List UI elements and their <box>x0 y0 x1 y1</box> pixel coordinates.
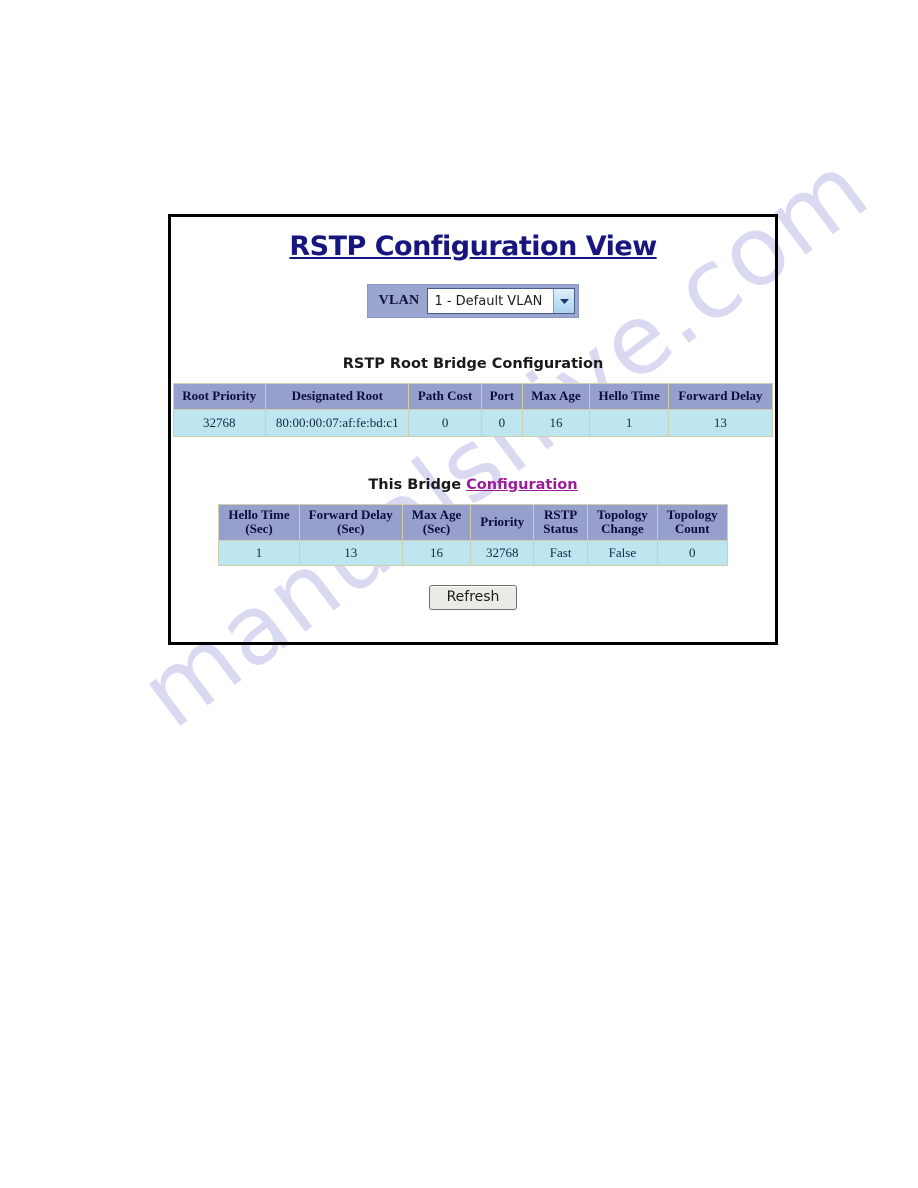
col-hello-time: Hello Time <box>588 383 670 410</box>
col-line2: (Sec) <box>245 521 273 537</box>
col-line2: (Sec) <box>336 521 365 537</box>
cell-max-age: 16 <box>401 539 472 566</box>
col-max-age: Max Age (Sec) <box>401 503 472 541</box>
table-header-row: Hello Time (Sec) Forward Delay (Sec) Max… <box>218 503 728 541</box>
cell-root-priority: 32768 <box>172 408 267 437</box>
cell-max-age: 16 <box>521 408 590 437</box>
root-bridge-table: Root Priority Designated Root Path Cost … <box>172 383 773 437</box>
col-topology-change: Topology Change <box>586 503 658 541</box>
col-forward-delay: Forward Delay <box>668 383 773 410</box>
this-bridge-heading-prefix: This Bridge <box>368 476 467 493</box>
col-line1: Priority <box>480 513 525 529</box>
col-rstp-status: RSTP Status <box>533 503 588 541</box>
this-bridge-table-wrap: Hello Time (Sec) Forward Delay (Sec) Max… <box>171 493 775 566</box>
page-title: RSTP Configuration View <box>289 231 657 262</box>
this-bridge-table: Hello Time (Sec) Forward Delay (Sec) Max… <box>218 503 728 566</box>
table-header-row: Root Priority Designated Root Path Cost … <box>172 383 773 410</box>
col-forward-delay: Forward Delay (Sec) <box>298 503 403 541</box>
vlan-selector-row: VLAN 1 - Default VLAN <box>171 284 775 318</box>
col-hello-time: Hello Time (Sec) <box>218 503 300 541</box>
root-bridge-table-wrap: Root Priority Designated Root Path Cost … <box>171 372 775 437</box>
rstp-configuration-panel: RSTP Configuration View VLAN 1 - Default… <box>168 214 778 645</box>
cell-path-cost: 0 <box>408 408 482 437</box>
col-line1: Topology <box>666 506 718 522</box>
col-line1: Forward Delay <box>308 506 393 522</box>
cell-topology-change: False <box>586 539 658 566</box>
col-line1: Max Age <box>411 506 462 522</box>
cell-priority: 32768 <box>470 539 535 566</box>
col-line1: RSTP <box>544 506 578 522</box>
col-line1: Topology <box>596 506 648 522</box>
col-line2: Change <box>601 521 644 537</box>
cell-hello-time: 1 <box>218 539 300 566</box>
vlan-label: VLAN <box>370 288 428 314</box>
cell-rstp-status: Fast <box>533 539 588 566</box>
col-line2: Count <box>674 521 710 537</box>
cell-hello-time: 1 <box>588 408 670 437</box>
col-designated-root: Designated Root <box>265 383 410 410</box>
col-root-priority: Root Priority <box>172 383 267 410</box>
actions-row: Refresh <box>171 584 775 610</box>
cell-forward-delay: 13 <box>298 539 403 566</box>
col-line1: Hello Time <box>228 506 290 522</box>
this-bridge-heading: This Bridge Configuration <box>171 477 775 493</box>
table-row: 1 13 16 32768 Fast False 0 <box>218 539 728 566</box>
cell-designated-root: 80:00:00:07:af:fe:bd:c1 <box>265 408 410 437</box>
cell-port: 0 <box>480 408 523 437</box>
col-path-cost: Path Cost <box>408 383 482 410</box>
col-max-age: Max Age <box>521 383 590 410</box>
col-topology-count: Topology Count <box>656 503 728 541</box>
cell-topology-count: 0 <box>656 539 728 566</box>
vlan-selected-value: 1 - Default VLAN <box>434 293 543 309</box>
col-priority: Priority <box>470 503 535 541</box>
configuration-link[interactable]: Configuration <box>466 477 578 493</box>
cell-forward-delay: 13 <box>668 408 773 437</box>
vlan-dropdown[interactable]: 1 - Default VLAN <box>427 288 576 314</box>
chevron-down-icon[interactable] <box>553 289 575 313</box>
refresh-button[interactable]: Refresh <box>428 584 518 610</box>
vlan-selector: VLAN 1 - Default VLAN <box>366 284 580 318</box>
root-bridge-heading: RSTP Root Bridge Configuration <box>342 356 604 372</box>
col-line2: (Sec) <box>422 521 451 537</box>
table-row: 32768 80:00:00:07:af:fe:bd:c1 0 0 16 1 1… <box>172 408 773 437</box>
col-port: Port <box>480 383 523 410</box>
col-line2: Status <box>543 521 578 537</box>
